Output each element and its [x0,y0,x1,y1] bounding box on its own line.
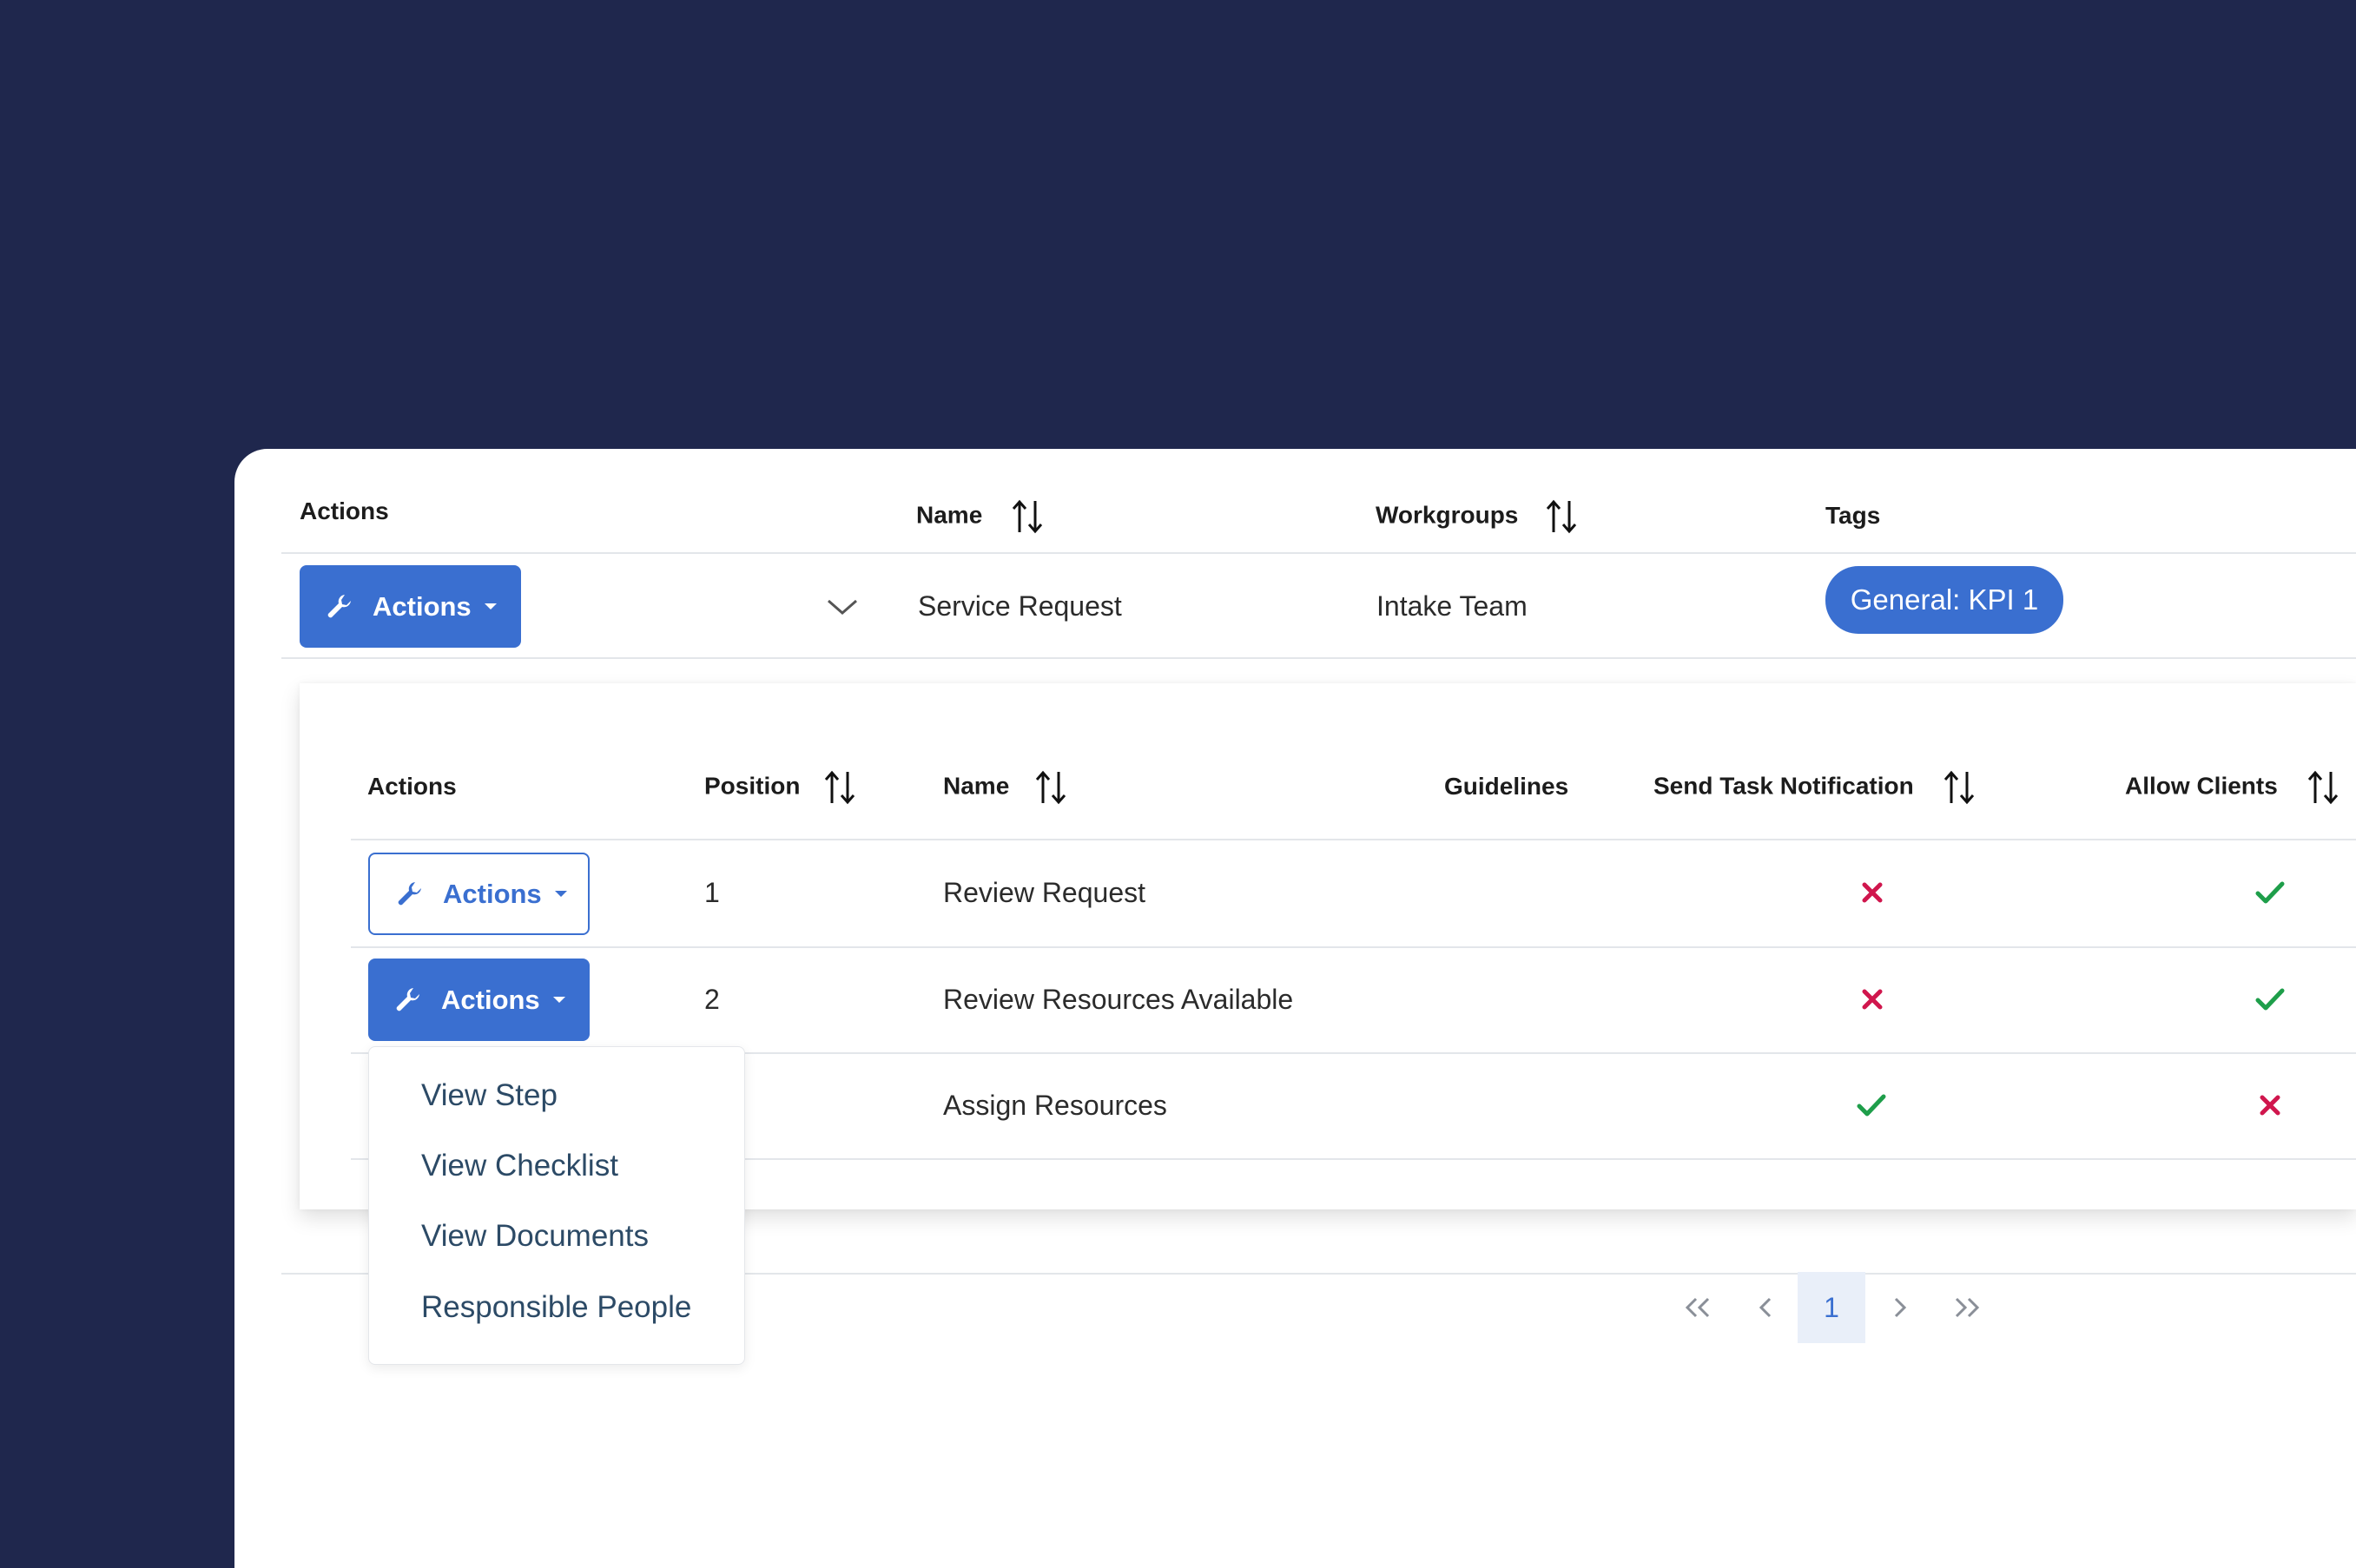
step-name: Review Resources Available [943,984,1294,1015]
row-actions-label: Actions [373,590,472,622]
last-page-icon[interactable] [1945,1276,1989,1339]
cross-icon [1862,882,1883,903]
step-name: Assign Resources [943,1090,1167,1121]
chevron-down-icon[interactable] [825,594,860,620]
step-name: Review Request [943,877,1145,908]
next-page-icon[interactable] [1880,1276,1919,1339]
wrench-icon [398,881,421,905]
steps-header-send-task-notification[interactable]: Send Task Notification [1653,768,1978,807]
header-name-label: Name [916,501,983,529]
wrench-icon [327,594,351,617]
sort-icon[interactable] [2304,768,2342,807]
menu-item-view-checklist[interactable]: View Checklist [421,1149,618,1183]
header-name[interactable]: Name [916,497,1046,536]
actions-dropdown-menu: View Step View Checklist View Documents … [368,1046,745,1365]
sort-icon[interactable] [1542,497,1581,536]
steps-header-divider [351,839,2356,840]
page-button-current[interactable]: 1 [1798,1272,1865,1343]
sort-icon[interactable] [821,768,859,807]
steps-header-allow-clients[interactable]: Allow Clients [2125,768,2342,807]
steps-header-send-task-notification-label: Send Task Notification [1653,772,1914,800]
step-position: 2 [704,984,720,1015]
check-icon [2255,988,2285,1011]
row-divider [281,657,2356,659]
menu-item-view-documents[interactable]: View Documents [421,1219,649,1254]
row-actions-button[interactable]: Actions [300,565,521,648]
steps-header-position[interactable]: Position [704,768,859,807]
header-workgroups[interactable]: Workgroups [1376,497,1581,536]
step-actions-button[interactable]: Actions [368,959,590,1041]
row-name: Service Request [918,590,1122,622]
header-actions: Actions [300,497,389,524]
steps-header-position-label: Position [704,772,801,800]
steps-header-actions: Actions [367,773,457,800]
cross-icon [2260,1095,2280,1116]
caret-down-icon [484,603,497,609]
step-actions-label: Actions [443,878,542,909]
step-row-divider [351,946,2356,948]
first-page-icon[interactable] [1676,1276,1719,1339]
steps-header-name[interactable]: Name [943,768,1070,807]
steps-header-name-label: Name [943,772,1010,800]
header-tags: Tags [1825,502,1881,529]
menu-item-responsible-people[interactable]: Responsible People [421,1290,691,1325]
prev-page-icon[interactable] [1746,1276,1785,1339]
wrench-icon [396,987,419,1011]
tag-badge: General: KPI 1 [1825,566,2063,634]
row-workgroup: Intake Team [1376,590,1528,622]
menu-item-view-step[interactable]: View Step [421,1078,558,1113]
step-actions-button[interactable]: Actions [368,853,590,935]
check-icon [1857,1094,1886,1117]
steps-header-allow-clients-label: Allow Clients [2125,772,2278,800]
steps-header-guidelines: Guidelines [1444,773,1569,800]
step-position: 1 [704,877,720,908]
caret-down-icon [554,890,567,897]
sort-icon[interactable] [1032,768,1070,807]
caret-down-icon [552,996,565,1003]
header-workgroups-label: Workgroups [1376,501,1519,529]
sort-icon[interactable] [1008,497,1046,536]
check-icon [2255,881,2285,904]
cross-icon [1862,989,1883,1010]
step-actions-label: Actions [441,984,540,1015]
sort-icon[interactable] [1940,768,1978,807]
header-divider [281,552,2356,554]
